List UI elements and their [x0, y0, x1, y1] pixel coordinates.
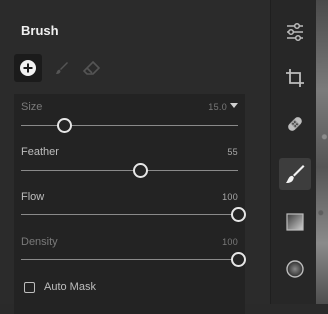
density-slider-thumb[interactable] [230, 252, 246, 267]
density-value: 100 [222, 237, 238, 247]
flow-slider-track[interactable] [21, 214, 238, 215]
sliders-icon [287, 22, 303, 42]
eraser-icon [83, 60, 101, 75]
size-dropdown-arrow-icon[interactable] [230, 103, 238, 108]
auto-mask-checkbox[interactable] [24, 282, 35, 293]
rail-adjustments-button[interactable] [279, 16, 311, 48]
flow-label: Flow [21, 191, 45, 203]
size-slider-thumb[interactable] [56, 118, 72, 133]
rail-heal-button[interactable] [279, 108, 311, 140]
rail-gradient-button[interactable] [279, 206, 311, 238]
brush-icon [56, 62, 68, 74]
feather-slider-thumb[interactable] [132, 163, 148, 178]
flow-value: 100 [222, 192, 238, 202]
density-label: Density [21, 236, 58, 248]
canvas-image-edge [316, 0, 328, 304]
rail-radial-button[interactable] [279, 253, 311, 285]
tool-rail [270, 0, 317, 304]
feather-value: 55 [227, 147, 238, 157]
flow-slider-thumb[interactable] [230, 207, 246, 222]
brush-settings-group: Size 15.0 Feather 55 Flow 100 Density 10… [14, 94, 246, 314]
eraser-tool-button[interactable] [78, 54, 106, 82]
add-brush-button[interactable] [14, 54, 42, 82]
size-label: Size [21, 101, 43, 113]
brush-icon [286, 165, 305, 183]
bandage-icon [288, 117, 302, 131]
radial-circle-icon [286, 260, 304, 278]
density-slider-track[interactable] [21, 259, 238, 260]
crop-icon [286, 69, 304, 87]
rail-brush-button[interactable] [279, 158, 311, 190]
plus-circle-icon [20, 60, 36, 76]
feather-label: Feather [21, 146, 59, 158]
rail-crop-button[interactable] [279, 62, 311, 94]
feather-slider-track[interactable] [21, 170, 238, 171]
brush-tool-button[interactable] [48, 54, 76, 82]
brush-panel: Brush Size 15.0 Feather 55 Flow 100 Dens… [0, 0, 270, 314]
auto-mask-label[interactable]: Auto Mask [44, 281, 96, 293]
size-slider-track[interactable] [21, 125, 238, 126]
size-value[interactable]: 15.0 [208, 102, 227, 112]
panel-title: Brush [21, 23, 59, 38]
gradient-square-icon [286, 213, 304, 231]
